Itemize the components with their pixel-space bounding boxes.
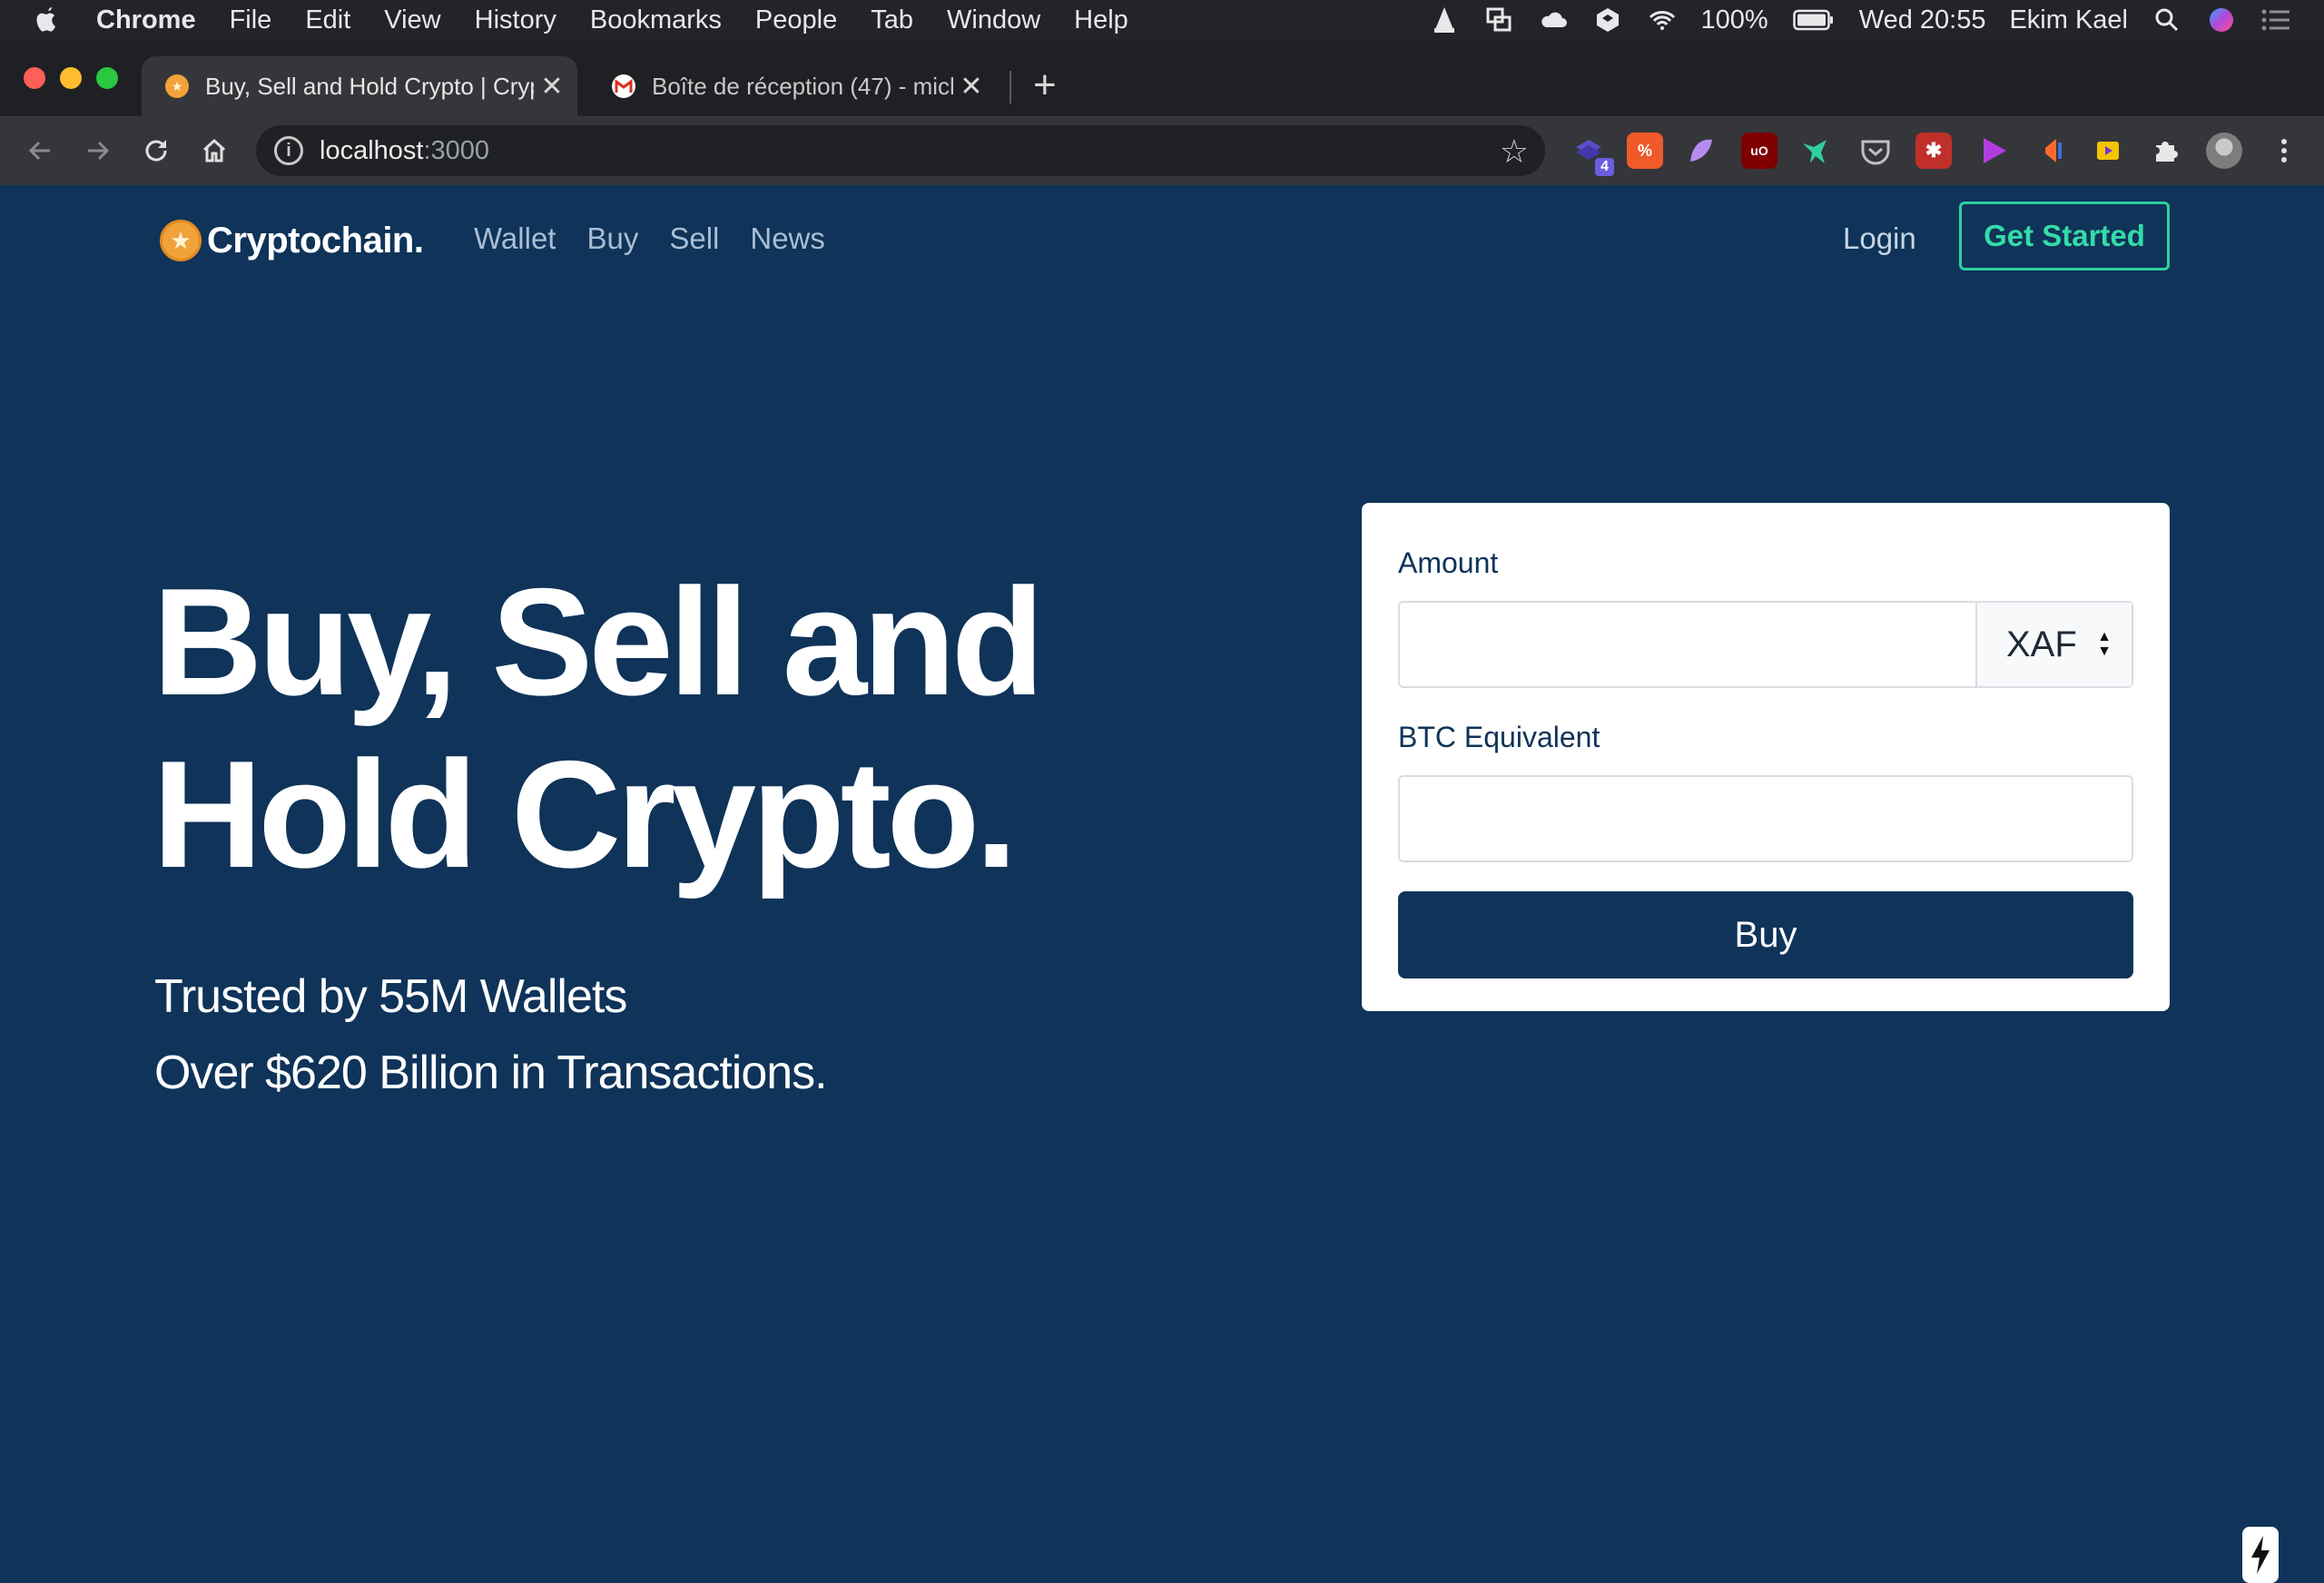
dropbox-icon[interactable] bbox=[1592, 6, 1623, 34]
currency-select[interactable]: XAF ▲ ▼ bbox=[1975, 603, 2132, 686]
extension-stack-icon[interactable]: 4 bbox=[1571, 133, 1614, 176]
tab-cryptochain[interactable]: ★ Buy, Sell and Hold Crypto | Cryptochai… bbox=[142, 56, 577, 116]
browser-tab-strip: ★ Buy, Sell and Hold Crypto | Cryptochai… bbox=[0, 40, 2324, 116]
menu-history[interactable]: History bbox=[475, 5, 556, 35]
menu-tab[interactable]: Tab bbox=[871, 5, 913, 35]
reload-button[interactable] bbox=[129, 116, 183, 185]
extensions-puzzle-icon[interactable] bbox=[2148, 133, 2184, 169]
hero-title-line-1: Buy, Sell and bbox=[153, 556, 1044, 727]
address-bar[interactable]: i localhost:3000 ☆ bbox=[256, 125, 1545, 176]
notification-center-icon[interactable] bbox=[2260, 6, 2291, 34]
close-tab-icon[interactable]: ✕ bbox=[953, 71, 990, 103]
site-nav: Wallet Buy Sell News bbox=[474, 221, 825, 256]
ublock-origin-icon[interactable]: uO bbox=[1741, 133, 1777, 169]
nav-news[interactable]: News bbox=[750, 221, 825, 256]
buy-button[interactable]: Buy bbox=[1398, 891, 2133, 978]
battery-icon[interactable] bbox=[1792, 6, 1836, 34]
menu-help[interactable]: Help bbox=[1074, 5, 1128, 35]
hero-subtitle-line-2: Over $620 Billion in Transactions. bbox=[154, 1047, 828, 1099]
page-content: ★ Cryptochain. Wallet Buy Sell News Logi… bbox=[0, 185, 2324, 1583]
new-tab-button[interactable]: + bbox=[1033, 65, 1057, 105]
nav-buy[interactable]: Buy bbox=[586, 221, 638, 256]
coin-logo-icon: ★ bbox=[160, 220, 202, 261]
bookmark-star-icon[interactable]: ☆ bbox=[1500, 133, 1529, 171]
wifi-icon[interactable] bbox=[1647, 6, 1678, 34]
spotlight-search-icon[interactable] bbox=[2152, 6, 2182, 34]
screens-icon[interactable] bbox=[1483, 6, 1514, 34]
extension-badge: 4 bbox=[1595, 158, 1614, 176]
nav-sell[interactable]: Sell bbox=[669, 221, 719, 256]
profile-avatar[interactable] bbox=[2206, 133, 2242, 169]
chrome-menu-icon[interactable] bbox=[2266, 133, 2302, 169]
paint-extension-icon[interactable] bbox=[1683, 133, 1719, 169]
brand-name: Cryptochain. bbox=[207, 220, 424, 261]
url-text[interactable]: localhost:3000 bbox=[320, 136, 489, 166]
buy-form-card: Amount XAF ▲ ▼ BTC Equivalent Buy bbox=[1362, 503, 2170, 1011]
hero-subtitle: Trusted by 55M Wallets Over $620 Billion… bbox=[154, 959, 828, 1111]
hero-title-line-2: Hold Crypto. bbox=[153, 729, 1018, 900]
menu-view[interactable]: View bbox=[384, 5, 440, 35]
url-host: localhost bbox=[320, 135, 424, 165]
bug-extension-icon[interactable]: ✱ bbox=[1915, 133, 1952, 169]
user-name[interactable]: Ekim Kael bbox=[2009, 5, 2128, 35]
nextjs-indicator-icon[interactable] bbox=[2242, 1527, 2279, 1583]
macos-menu-bar: Chrome File Edit View History Bookmarks … bbox=[0, 0, 2324, 40]
menu-bookmarks[interactable]: Bookmarks bbox=[590, 5, 722, 35]
amount-input[interactable] bbox=[1400, 603, 1977, 686]
youtube-extension-icon[interactable] bbox=[2090, 133, 2126, 169]
siri-icon[interactable] bbox=[2206, 6, 2237, 34]
site-info-icon[interactable]: i bbox=[274, 136, 303, 165]
vlc-icon[interactable] bbox=[1429, 6, 1460, 34]
close-window-button[interactable] bbox=[24, 67, 45, 89]
btc-equivalent-label: BTC Equivalent bbox=[1398, 721, 1600, 753]
menu-edit[interactable]: Edit bbox=[305, 5, 350, 35]
btc-equivalent-input[interactable] bbox=[1398, 775, 2133, 862]
bird-extension-icon[interactable] bbox=[1797, 133, 1834, 169]
home-button[interactable] bbox=[187, 116, 241, 185]
cloud-sync-icon[interactable] bbox=[1538, 6, 1569, 34]
todoist-extension-icon[interactable]: % bbox=[1627, 133, 1663, 169]
zoom-window-button[interactable] bbox=[96, 67, 118, 89]
menu-people[interactable]: People bbox=[755, 5, 837, 35]
hero-title: Buy, Sell and Hold Crypto. bbox=[153, 556, 1333, 900]
play-extension-icon[interactable] bbox=[1975, 133, 2012, 169]
nav-wallet[interactable]: Wallet bbox=[474, 221, 556, 256]
menu-app-name[interactable]: Chrome bbox=[96, 5, 196, 35]
browser-toolbar: i localhost:3000 ☆ 4 % uO ✱ bbox=[0, 116, 2324, 185]
forward-button[interactable] bbox=[71, 116, 125, 185]
tab-separator bbox=[1009, 71, 1011, 103]
menu-file[interactable]: File bbox=[230, 5, 272, 35]
close-tab-icon[interactable]: ✕ bbox=[534, 71, 570, 103]
pocket-extension-icon[interactable] bbox=[1857, 133, 1894, 169]
currency-value: XAF bbox=[2006, 624, 2077, 664]
gmail-favicon-icon bbox=[612, 74, 635, 98]
battery-percent: 100% bbox=[1700, 5, 1768, 34]
get-started-button[interactable]: Get Started bbox=[1959, 202, 2170, 270]
apple-icon[interactable] bbox=[34, 5, 69, 34]
clock[interactable]: Wed 20:55 bbox=[1859, 5, 1986, 35]
amount-label: Amount bbox=[1398, 546, 1499, 579]
site-logo[interactable]: ★ Cryptochain. bbox=[160, 220, 424, 261]
url-port: :3000 bbox=[423, 135, 490, 165]
hero-subtitle-line-1: Trusted by 55M Wallets bbox=[154, 970, 627, 1023]
minimize-window-button[interactable] bbox=[60, 67, 82, 89]
amount-field: XAF ▲ ▼ bbox=[1398, 601, 2133, 688]
tab-gmail[interactable]: Boîte de réception (47) - michel ✕ bbox=[588, 56, 997, 116]
login-link[interactable]: Login bbox=[1843, 221, 1916, 256]
menu-window[interactable]: Window bbox=[947, 5, 1040, 35]
tab-title: Boîte de réception (47) - michel bbox=[652, 72, 953, 100]
audio-extension-icon[interactable] bbox=[2034, 133, 2070, 169]
select-arrows-icon: ▲ ▼ bbox=[2097, 629, 2112, 659]
cryptochain-favicon-icon: ★ bbox=[165, 74, 189, 98]
tab-title: Buy, Sell and Hold Crypto | Cryptochain bbox=[205, 72, 534, 100]
back-button[interactable] bbox=[13, 116, 67, 185]
